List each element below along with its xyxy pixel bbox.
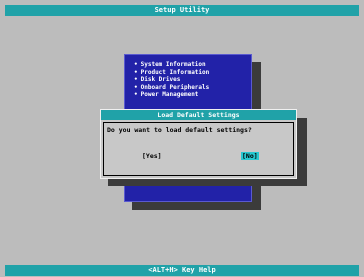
menu-item-label: Product Information [140,68,210,76]
menu-item-power-management[interactable]: • Power Management [134,91,209,99]
bullet-icon: • [134,83,138,91]
menu-item-label: Disk Drives [140,76,181,83]
menu-item-product-information[interactable]: • Product Information [134,69,209,77]
menu-item-system-information[interactable]: • System Information [134,61,209,69]
load-defaults-dialog: Load Default Settings Do you want to loa… [100,109,297,179]
menu-item-label: Onboard Peripherals [140,83,210,91]
bullet-icon: • [134,76,138,83]
menu-item-label: Power Management [140,91,199,98]
bullet-icon: • [134,68,138,76]
footer-bar: <ALT+H> Key Help [5,265,359,276]
dialog-question: Do you want to load default settings? [107,126,252,134]
title-bar: Setup Utility [5,5,359,16]
title-text: Setup Utility [154,6,210,14]
bios-screen: Setup Utility • System Information • Produ… [0,0,364,277]
bullet-icon: • [134,91,138,98]
menu-item-disk-drives[interactable]: • Disk Drives [134,76,209,84]
bullet-icon: • [134,61,138,68]
dialog-title: Load Default Settings [101,110,296,120]
no-button[interactable]: [No] [241,152,259,160]
menu-item-onboard-peripherals[interactable]: • Onboard Peripherals [134,84,209,92]
yes-button[interactable]: [Yes] [141,152,163,160]
menu-item-label: System Information [140,61,206,68]
footer-text: <ALT+H> Key Help [148,266,216,274]
main-menu-list: • System Information • Product Information… [134,61,209,99]
